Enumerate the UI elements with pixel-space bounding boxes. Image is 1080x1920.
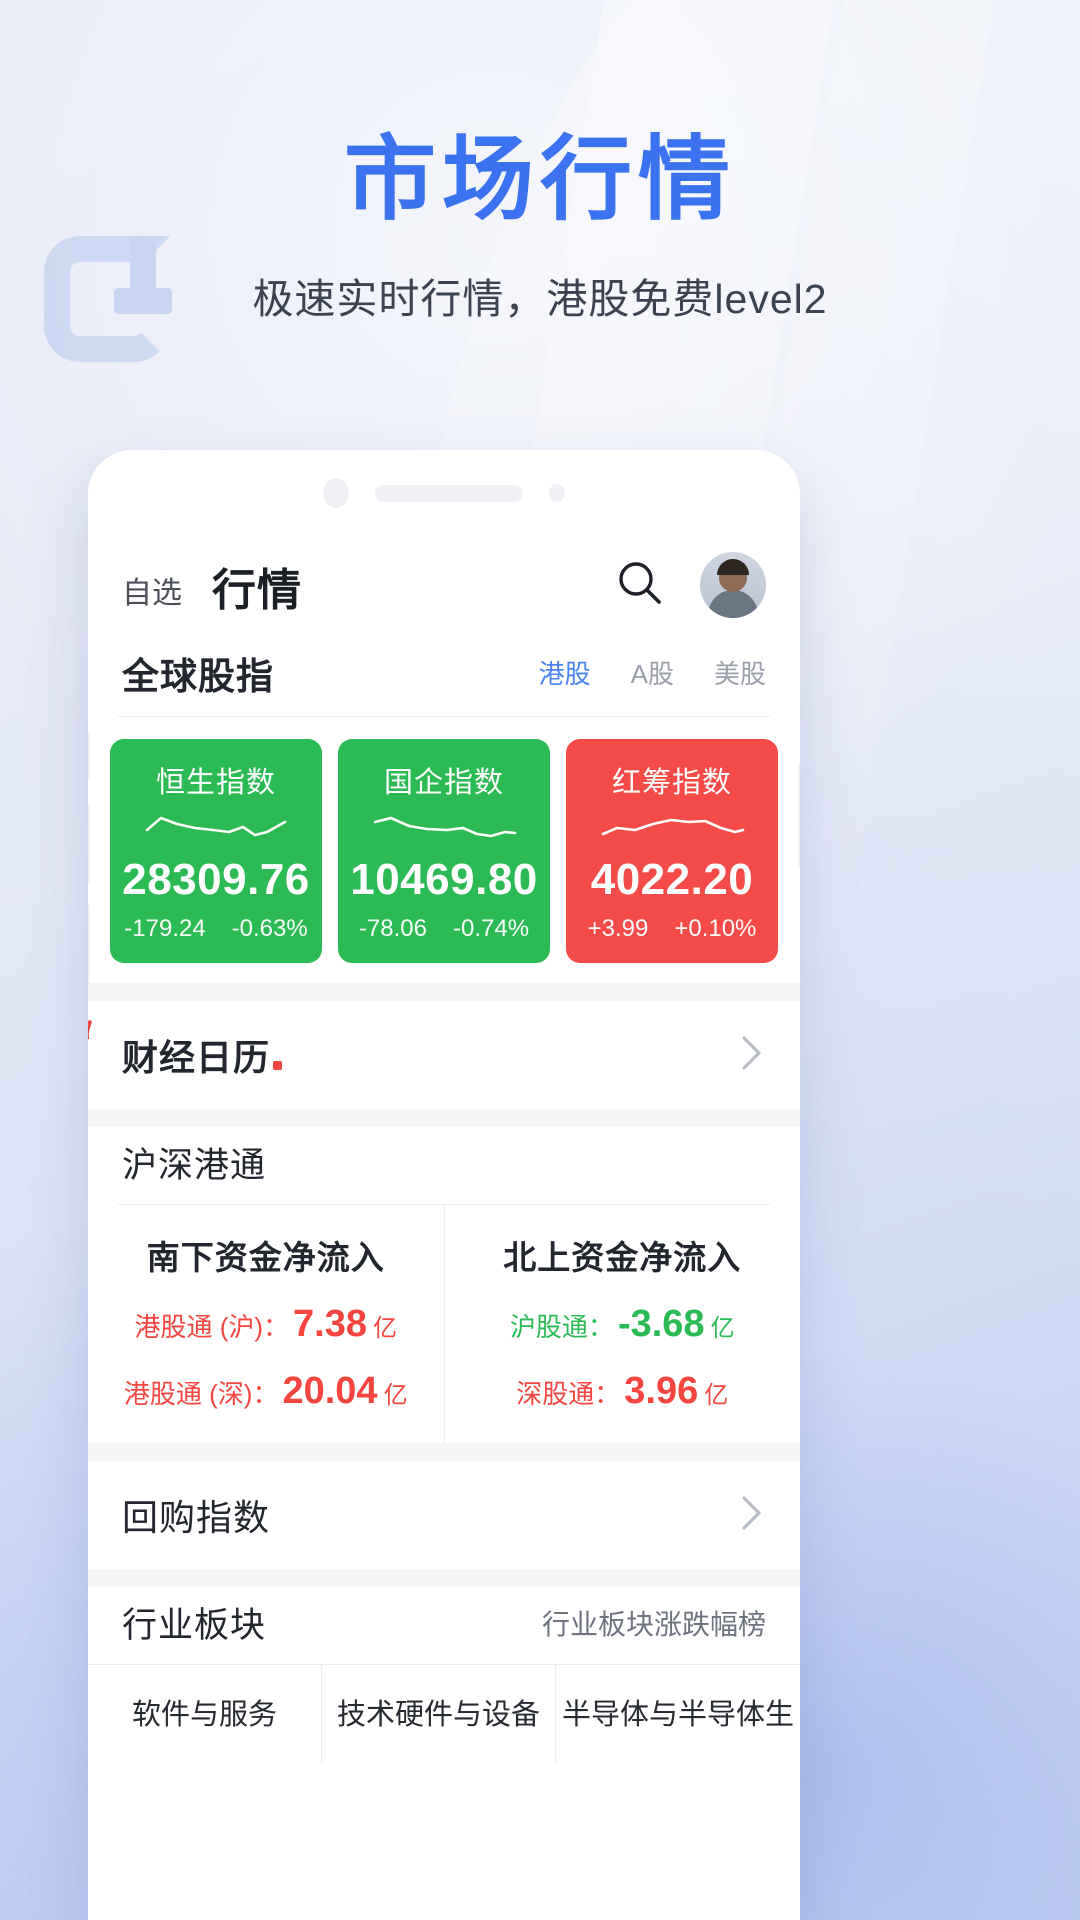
page-title: 市场行情 <box>343 129 736 231</box>
flow-value: 3.96 <box>624 1370 699 1412</box>
northbound-column: 北上资金净流入 沪股通： -3.68 亿 深股通： 3.96 亿 <box>443 1205 801 1443</box>
northbound-title: 北上资金净流入 <box>503 1239 742 1276</box>
index-name: 恒生指数 <box>155 767 276 799</box>
sector-row: 软件与服务 技术硬件与设备 半导体与半导体生 <box>88 1664 800 1763</box>
phone-mockup: 自选 行情 全球股指 港股 A股 美股 恒生指数 28309.76 -179.2… <box>88 450 800 1920</box>
phone-button-left-3 <box>88 902 90 986</box>
index-card[interactable]: 红筹指数 4022.20 +3.99 +0.10% <box>566 739 778 963</box>
new-badge-dot <box>273 1061 283 1070</box>
index-value: 28309.76 <box>122 855 310 904</box>
avatar[interactable] <box>700 552 766 618</box>
southbound-column: 南下资金净流入 港股通 (沪)： 7.38 亿 港股通 (深)： 20.04 亿 <box>88 1205 444 1443</box>
hero-section: 市场行情 极速实时行情，港股免费level2 <box>0 129 1080 325</box>
index-card-list: 恒生指数 28309.76 -179.24 -0.63% 国企指数 10469.… <box>88 717 800 983</box>
index-name: 国企指数 <box>383 767 504 799</box>
sector-note[interactable]: 行业板块涨跌幅榜 <box>542 1603 766 1643</box>
search-icon[interactable] <box>614 557 666 614</box>
connect-header: 沪深港通 <box>88 1127 800 1204</box>
index-card[interactable]: 国企指数 10469.80 -78.06 -0.74% <box>338 739 550 963</box>
sector-cell[interactable]: 半导体与半导体生 <box>555 1665 800 1763</box>
phone-button-left-1 <box>88 730 90 782</box>
section-gap <box>88 1109 800 1127</box>
phone-button-left-2 <box>88 802 90 886</box>
market-tab-a[interactable]: A股 <box>631 654 674 691</box>
calendar-label: 财经日历 <box>122 1029 283 1081</box>
flow-unit: 亿 <box>710 1315 735 1342</box>
southbound-title: 南下资金净流入 <box>146 1239 385 1276</box>
buyback-label: 回购指数 <box>122 1497 271 1538</box>
index-change: -78.06 <box>358 915 427 942</box>
buyback-row[interactable]: 回购指数 <box>88 1461 800 1569</box>
phone-notch <box>88 450 800 536</box>
flow-row: 沪股通： -3.68 亿 <box>455 1303 791 1346</box>
calendar-row[interactable]: 财经日历 <box>88 1001 800 1109</box>
sparkline-chart <box>576 801 768 855</box>
app-header: 自选 行情 <box>88 536 800 636</box>
sector-title: 行业板块 <box>122 1606 267 1645</box>
flow-label: 港股通 (深)： <box>123 1379 279 1409</box>
chevron-right-icon[interactable] <box>736 1492 766 1539</box>
index-value: 10469.80 <box>350 855 538 904</box>
market-tab-us[interactable]: 美股 <box>714 654 766 691</box>
connect-title: 沪深港通 <box>122 1146 267 1185</box>
index-percent: -0.63% <box>231 915 308 942</box>
section-gap <box>88 1569 800 1587</box>
flow-label: 沪股通： <box>509 1312 614 1342</box>
index-change: -179.24 <box>124 915 206 942</box>
global-index-title: 全球股指 <box>122 656 274 697</box>
sparkline-chart <box>120 801 312 855</box>
flow-row: 港股通 (沪)： 7.38 亿 <box>98 1303 434 1346</box>
index-name: 红筹指数 <box>611 767 732 799</box>
flow-label: 港股通 (沪)： <box>134 1312 290 1342</box>
flow-value: 20.04 <box>282 1370 378 1412</box>
flow-unit: 亿 <box>373 1315 397 1342</box>
flow-row: 港股通 (深)： 20.04 亿 <box>98 1370 434 1413</box>
flow-row: 深股通： 3.96 亿 <box>455 1370 791 1413</box>
phone-button-right-1 <box>798 760 800 870</box>
market-tabs: 港股 A股 美股 <box>539 654 766 691</box>
sector-cell[interactable]: 软件与服务 <box>88 1665 321 1763</box>
speaker-grill <box>375 484 523 502</box>
flow-value: -3.68 <box>617 1303 705 1345</box>
index-value: 4022.20 <box>590 855 754 904</box>
calendar-label-text: 财经日历 <box>122 1029 270 1081</box>
section-gap <box>88 1443 800 1461</box>
global-index-header: 全球股指 港股 A股 美股 <box>88 636 800 716</box>
index-percent: +0.10% <box>674 915 757 942</box>
tab-favorites[interactable]: 自选 <box>122 568 182 612</box>
flow-unit: 亿 <box>383 1382 408 1409</box>
section-gap <box>88 983 800 1001</box>
camera-icon <box>323 478 349 508</box>
index-percent: -0.74% <box>453 915 530 942</box>
index-change: +3.99 <box>587 915 649 942</box>
chevron-right-icon[interactable] <box>736 1032 766 1079</box>
sector-header: 行业板块 行业板块涨跌幅榜 <box>88 1587 800 1664</box>
flow-unit: 亿 <box>704 1382 729 1409</box>
connect-flows: 南下资金净流入 港股通 (沪)： 7.38 亿 港股通 (深)： 20.04 亿… <box>88 1205 800 1443</box>
tab-quotes[interactable]: 行情 <box>212 554 302 618</box>
sparkline-chart <box>348 801 540 855</box>
index-card[interactable]: 恒生指数 28309.76 -179.24 -0.63% <box>110 739 322 963</box>
sensor-dot <box>549 484 565 502</box>
page-subtitle: 极速实时行情，港股免费level2 <box>252 276 828 323</box>
sector-cell[interactable]: 技术硬件与设备 <box>321 1665 555 1763</box>
flow-value: 7.38 <box>293 1303 367 1345</box>
market-tab-hk[interactable]: 港股 <box>539 654 591 691</box>
flow-label: 深股通： <box>516 1379 621 1409</box>
